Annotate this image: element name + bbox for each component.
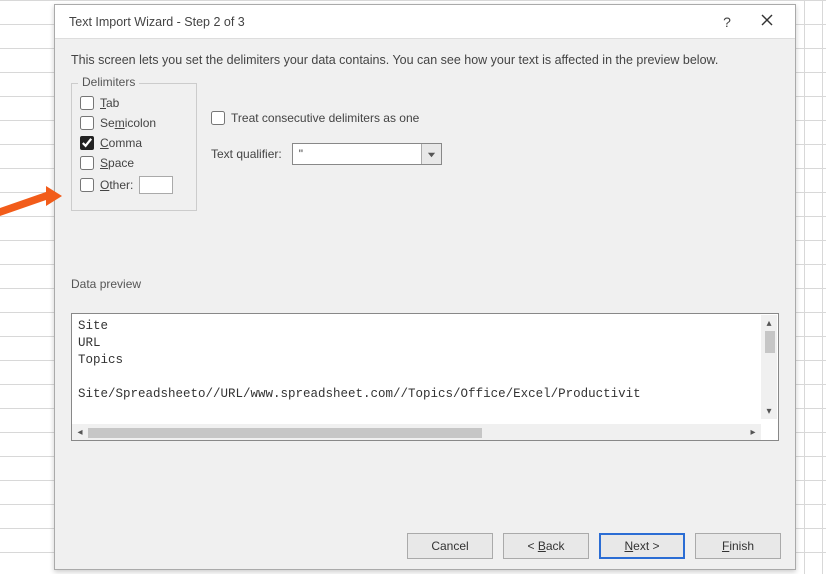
delimiter-tab-checkbox[interactable]	[80, 96, 94, 110]
dialog-button-bar: Cancel < Back Next > Finish	[55, 523, 795, 569]
data-preview-label: Data preview	[71, 277, 779, 291]
treat-consecutive-checkbox[interactable]	[211, 111, 225, 125]
delimiter-other-label: Other:	[100, 178, 133, 192]
data-preview-content: Site URL Topics Site/Spreadsheeto//URL/w…	[72, 314, 778, 424]
next-button[interactable]: Next >	[599, 533, 685, 559]
treat-consecutive-row[interactable]: Treat consecutive delimiters as one	[211, 111, 442, 125]
text-qualifier-value: "	[293, 147, 421, 161]
scroll-right-icon[interactable]: ▸	[745, 424, 761, 440]
v-scroll-thumb[interactable]	[765, 331, 775, 353]
delimiter-tab-label: Tab	[100, 96, 119, 110]
delimiter-other[interactable]: Other:	[80, 176, 188, 194]
text-qualifier-select[interactable]: "	[292, 143, 442, 165]
window-title: Text Import Wizard - Step 2 of 3	[69, 15, 707, 29]
data-preview-box: Site URL Topics Site/Spreadsheeto//URL/w…	[71, 313, 779, 441]
h-scroll-thumb[interactable]	[88, 428, 482, 438]
delimiter-semicolon-label: Semicolon	[100, 116, 156, 130]
delimiters-legend: Delimiters	[78, 75, 139, 89]
preview-vertical-scrollbar[interactable]: ▴ ▾	[761, 315, 777, 419]
delimiter-semicolon[interactable]: Semicolon	[80, 116, 188, 130]
titlebar: Text Import Wizard - Step 2 of 3 ?	[55, 5, 795, 39]
delimiter-tab[interactable]: Tab	[80, 96, 188, 110]
delimiter-space-checkbox[interactable]	[80, 156, 94, 170]
delimiter-semicolon-checkbox[interactable]	[80, 116, 94, 130]
delimiter-comma[interactable]: Comma	[80, 136, 188, 150]
wizard-description: This screen lets you set the delimiters …	[71, 51, 779, 69]
scroll-down-icon[interactable]: ▾	[761, 403, 777, 419]
delimiter-space-label: Space	[100, 156, 134, 170]
delimiters-fieldset: Delimiters Tab Semicolon Comma Space	[71, 83, 197, 211]
scroll-up-icon[interactable]: ▴	[761, 315, 777, 331]
preview-horizontal-scrollbar[interactable]: ◂ ▸	[72, 424, 761, 440]
close-button[interactable]	[747, 13, 787, 30]
delimiter-space[interactable]: Space	[80, 156, 188, 170]
treat-consecutive-label: Treat consecutive delimiters as one	[231, 111, 419, 125]
text-qualifier-row: Text qualifier: "	[211, 143, 442, 165]
finish-button[interactable]: Finish	[695, 533, 781, 559]
text-qualifier-label: Text qualifier:	[211, 147, 282, 161]
close-icon	[761, 14, 773, 26]
help-button[interactable]: ?	[707, 14, 747, 30]
delimiter-comma-label: Comma	[100, 136, 142, 150]
text-import-wizard-dialog: Text Import Wizard - Step 2 of 3 ? This …	[54, 4, 796, 570]
text-qualifier-dropdown-button[interactable]	[421, 144, 441, 164]
delimiter-comma-checkbox[interactable]	[80, 136, 94, 150]
scroll-left-icon[interactable]: ◂	[72, 424, 88, 440]
delimiter-other-checkbox[interactable]	[80, 178, 94, 192]
back-button[interactable]: < Back	[503, 533, 589, 559]
cancel-button[interactable]: Cancel	[407, 533, 493, 559]
chevron-down-icon	[427, 150, 436, 159]
delimiter-other-input[interactable]	[139, 176, 173, 194]
